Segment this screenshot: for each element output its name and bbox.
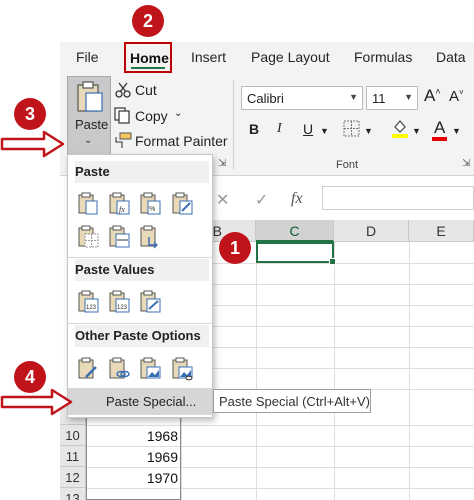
- paste-special-menu-item[interactable]: Paste Special...: [68, 389, 212, 415]
- copy-button[interactable]: Copy: [135, 108, 168, 124]
- tab-insert[interactable]: Insert: [191, 49, 226, 65]
- increase-font-size-icon[interactable]: A˄: [424, 86, 441, 106]
- fill-color-icon[interactable]: [390, 118, 410, 138]
- paste-dropdown-caret-icon[interactable]: ⌄: [84, 135, 92, 146]
- step-badge-1: 1: [219, 232, 251, 264]
- font-color-swatch: [432, 137, 447, 141]
- formatting-icon[interactable]: [77, 357, 99, 381]
- linked-picture-icon[interactable]: [171, 357, 193, 381]
- tab-home[interactable]: Home: [124, 42, 172, 73]
- paste-formulas-icon[interactable]: fx: [108, 192, 130, 216]
- scissors-icon: [115, 82, 131, 98]
- italic-button[interactable]: I: [277, 121, 282, 137]
- enter-icon[interactable]: ✓: [255, 190, 268, 210]
- paste-values-number-formatting-icon[interactable]: 123: [108, 290, 130, 314]
- tab-data[interactable]: Data: [436, 49, 466, 65]
- underline-dropdown-icon[interactable]: ▼: [320, 126, 329, 136]
- top-strip: [0, 0, 474, 42]
- active-cell-c[interactable]: [256, 242, 336, 265]
- grid-line: [409, 242, 410, 500]
- keep-source-column-widths-icon[interactable]: [108, 225, 130, 249]
- step-badge-2: 2: [132, 5, 164, 37]
- step-4-arrow-icon: [0, 388, 73, 416]
- formula-input[interactable]: [322, 186, 474, 210]
- font-color-button[interactable]: A: [434, 118, 445, 138]
- borders-dropdown-icon[interactable]: ▼: [364, 126, 373, 136]
- clipboard-dialog-launcher-icon[interactable]: ⇲: [218, 158, 226, 169]
- tab-home-label: Home: [130, 50, 169, 66]
- grid-line: [334, 242, 335, 500]
- cancel-icon[interactable]: ✕: [216, 190, 229, 210]
- svg-text:123: 123: [117, 305, 128, 311]
- paste-values-icon[interactable]: 123: [77, 290, 99, 314]
- decrease-font-size-icon[interactable]: A˅: [449, 88, 464, 105]
- svg-text:%: %: [149, 206, 155, 213]
- paste-label: Paste: [75, 117, 109, 132]
- font-family-value: Calibri: [247, 91, 284, 106]
- fill-color-dropdown-icon[interactable]: ▼: [412, 126, 421, 136]
- ribbon-divider: [233, 80, 234, 170]
- font-family-select[interactable]: Calibri ▼: [241, 86, 363, 110]
- menu-separator: [68, 323, 212, 324]
- copy-icon: [114, 107, 130, 124]
- paste-values-section-header: Paste Values: [75, 259, 209, 281]
- paste-special-tooltip: Paste Special (Ctrl+Alt+V): [213, 389, 371, 413]
- tab-page-layout[interactable]: Page Layout: [251, 49, 330, 65]
- paste-formulas-number-formatting-icon[interactable]: %: [139, 192, 161, 216]
- paste-section-header: Paste: [75, 161, 209, 183]
- cut-button[interactable]: Cut: [135, 82, 157, 98]
- row-header-11[interactable]: 11: [60, 446, 86, 467]
- row-header-10[interactable]: 10: [60, 425, 86, 446]
- transpose-icon[interactable]: [139, 225, 161, 249]
- column-header-c[interactable]: C: [256, 220, 334, 242]
- insert-function-button[interactable]: fx: [291, 190, 303, 208]
- tab-home-underline: [131, 67, 165, 69]
- chevron-down-icon: ▼: [404, 92, 413, 102]
- grid-line: [256, 242, 257, 500]
- paste-button[interactable]: Paste ⌄: [67, 76, 111, 158]
- row-header-13[interactable]: 13: [60, 488, 86, 500]
- format-painter-button[interactable]: Format Painter: [135, 133, 228, 149]
- row-header-12[interactable]: 12: [60, 467, 86, 488]
- step-badge-3: 3: [14, 98, 46, 130]
- tab-file[interactable]: File: [76, 49, 99, 65]
- paste-special-label: Paste Special...: [106, 394, 197, 409]
- other-paste-options-header: Other Paste Options: [75, 325, 209, 347]
- font-size-value: 11: [372, 91, 386, 106]
- step-3-arrow-icon: [0, 130, 65, 158]
- no-borders-icon[interactable]: [77, 225, 99, 249]
- cell-value[interactable]: 1968: [88, 428, 178, 444]
- chevron-down-icon: ▼: [349, 92, 358, 102]
- bold-button[interactable]: B: [249, 121, 259, 137]
- cell-value[interactable]: 1970: [88, 470, 178, 486]
- font-group-label: Font: [336, 159, 359, 171]
- paste-clipboard-icon: [77, 81, 103, 112]
- font-dialog-launcher-icon[interactable]: ⇲: [462, 158, 470, 169]
- keep-source-formatting-icon[interactable]: [171, 192, 193, 216]
- paste-icon[interactable]: [77, 192, 99, 216]
- menu-separator: [68, 257, 212, 258]
- paste-picture-icon[interactable]: [139, 357, 161, 381]
- svg-text:fx: fx: [119, 205, 125, 214]
- column-header-d[interactable]: D: [334, 220, 409, 242]
- paste-values-source-formatting-icon[interactable]: [139, 290, 161, 314]
- svg-text:123: 123: [86, 305, 97, 311]
- font-color-dropdown-icon[interactable]: ▼: [452, 126, 461, 136]
- borders-icon[interactable]: [343, 120, 360, 137]
- paste-link-icon[interactable]: [108, 357, 130, 381]
- font-size-select[interactable]: 11 ▼: [366, 86, 418, 110]
- column-header-e[interactable]: E: [409, 220, 474, 242]
- tab-formulas[interactable]: Formulas: [354, 49, 412, 65]
- underline-button[interactable]: U: [303, 121, 313, 137]
- format-painter-icon: [115, 132, 132, 148]
- copy-dropdown-icon[interactable]: ⌄: [174, 108, 182, 119]
- cell-value[interactable]: 1969: [88, 449, 178, 465]
